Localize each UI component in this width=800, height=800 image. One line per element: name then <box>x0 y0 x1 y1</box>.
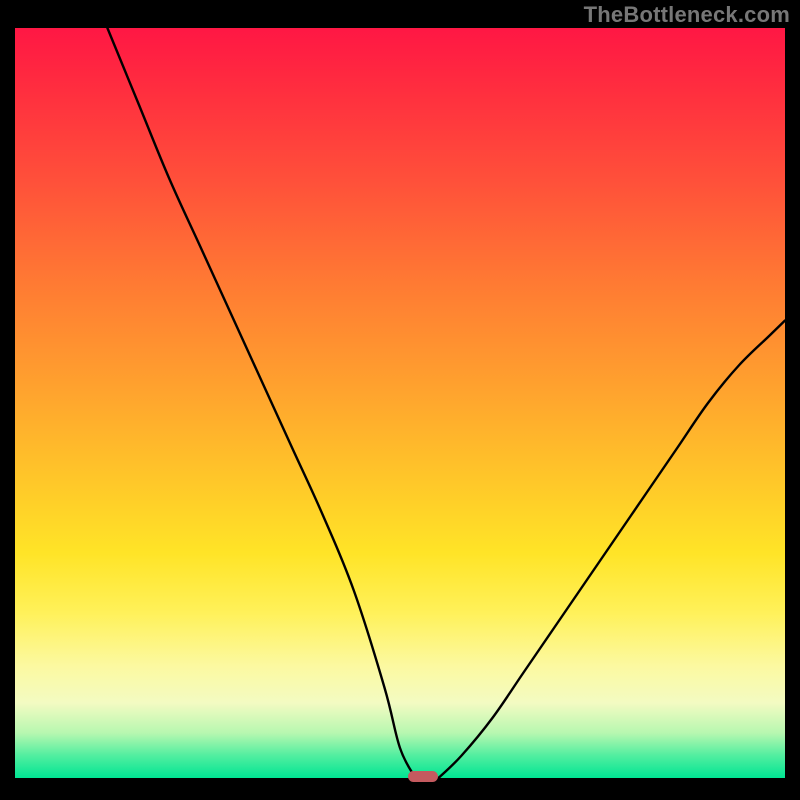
trough-marker <box>408 771 438 782</box>
plot-wrap <box>15 28 785 785</box>
curve-right-branch <box>439 321 786 779</box>
curve-left-branch <box>107 28 415 778</box>
watermark-text: TheBottleneck.com <box>584 2 790 28</box>
chart-stage: TheBottleneck.com <box>0 0 800 800</box>
bottleneck-curve <box>15 28 785 778</box>
